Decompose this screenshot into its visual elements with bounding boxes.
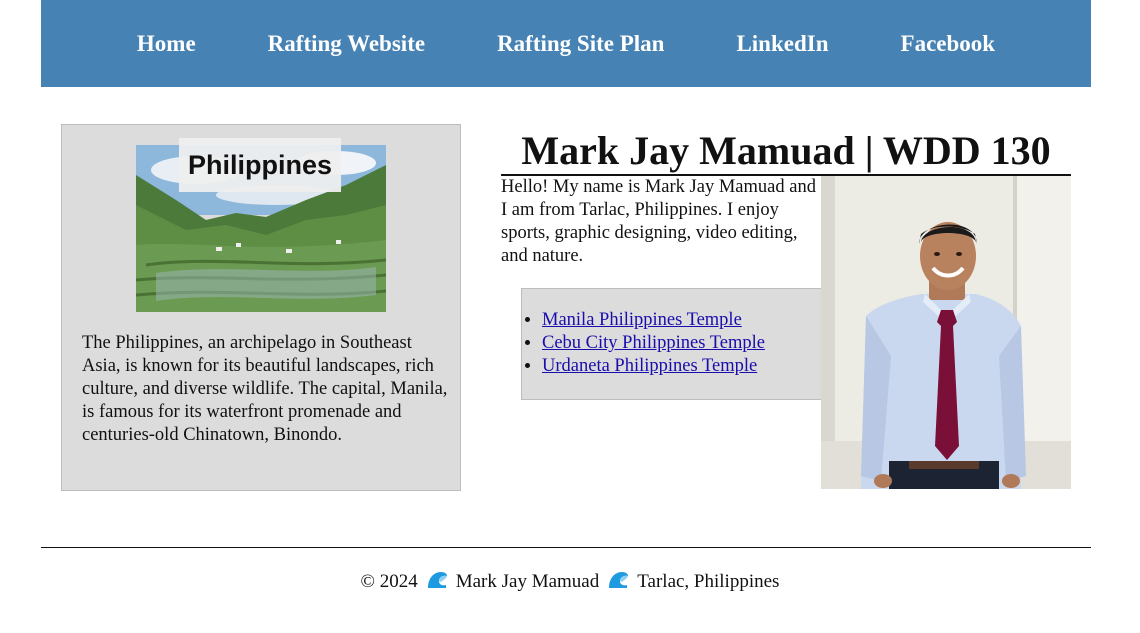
urdaneta-temple-link[interactable]: Urdaneta Philippines Temple — [542, 356, 757, 376]
nav-linkedin-link[interactable]: LinkedIn — [700, 31, 864, 57]
philippines-description: The Philippines, an archipelago in South… — [82, 332, 448, 445]
copyright-text: © 2024 — [360, 571, 418, 592]
wave-icon — [607, 570, 629, 594]
manila-temple-link[interactable]: Manila Philippines Temple — [542, 310, 742, 330]
wave-icon — [426, 570, 448, 594]
list-item: Cebu City Philippines Temple — [542, 332, 822, 355]
nav-rafting-site-plan-link[interactable]: Rafting Site Plan — [461, 31, 700, 57]
nav-rafting-website-link[interactable]: Rafting Website — [232, 31, 461, 57]
footer-divider — [41, 547, 1091, 548]
temple-links-panel: Manila Philippines Temple Cebu City Phil… — [521, 288, 822, 400]
philippines-aside: Philippines The Philippines, an archipel… — [61, 124, 461, 491]
page-title: Mark Jay Mamuad | WDD 130 — [501, 128, 1071, 176]
nav-home-link[interactable]: Home — [101, 31, 232, 57]
main-navigation: Home Rafting Website Rafting Site Plan L… — [41, 0, 1091, 87]
profile-photo — [821, 176, 1071, 489]
image-caption: Philippines — [179, 138, 341, 192]
footer: © 2024 Mark Jay Mamuad Tarlac, Philippin… — [0, 570, 1140, 594]
intro-paragraph: Hello! My name is Mark Jay Mamuad and I … — [501, 177, 816, 266]
footer-name: Mark Jay Mamuad — [455, 571, 600, 592]
list-item: Urdaneta Philippines Temple — [542, 355, 822, 378]
temple-links-list: Manila Philippines Temple Cebu City Phil… — [522, 309, 822, 378]
nav-facebook-link[interactable]: Facebook — [865, 31, 1032, 57]
cebu-city-temple-link[interactable]: Cebu City Philippines Temple — [542, 333, 765, 353]
footer-location: Tarlac, Philippines — [637, 571, 780, 592]
list-item: Manila Philippines Temple — [542, 309, 822, 332]
